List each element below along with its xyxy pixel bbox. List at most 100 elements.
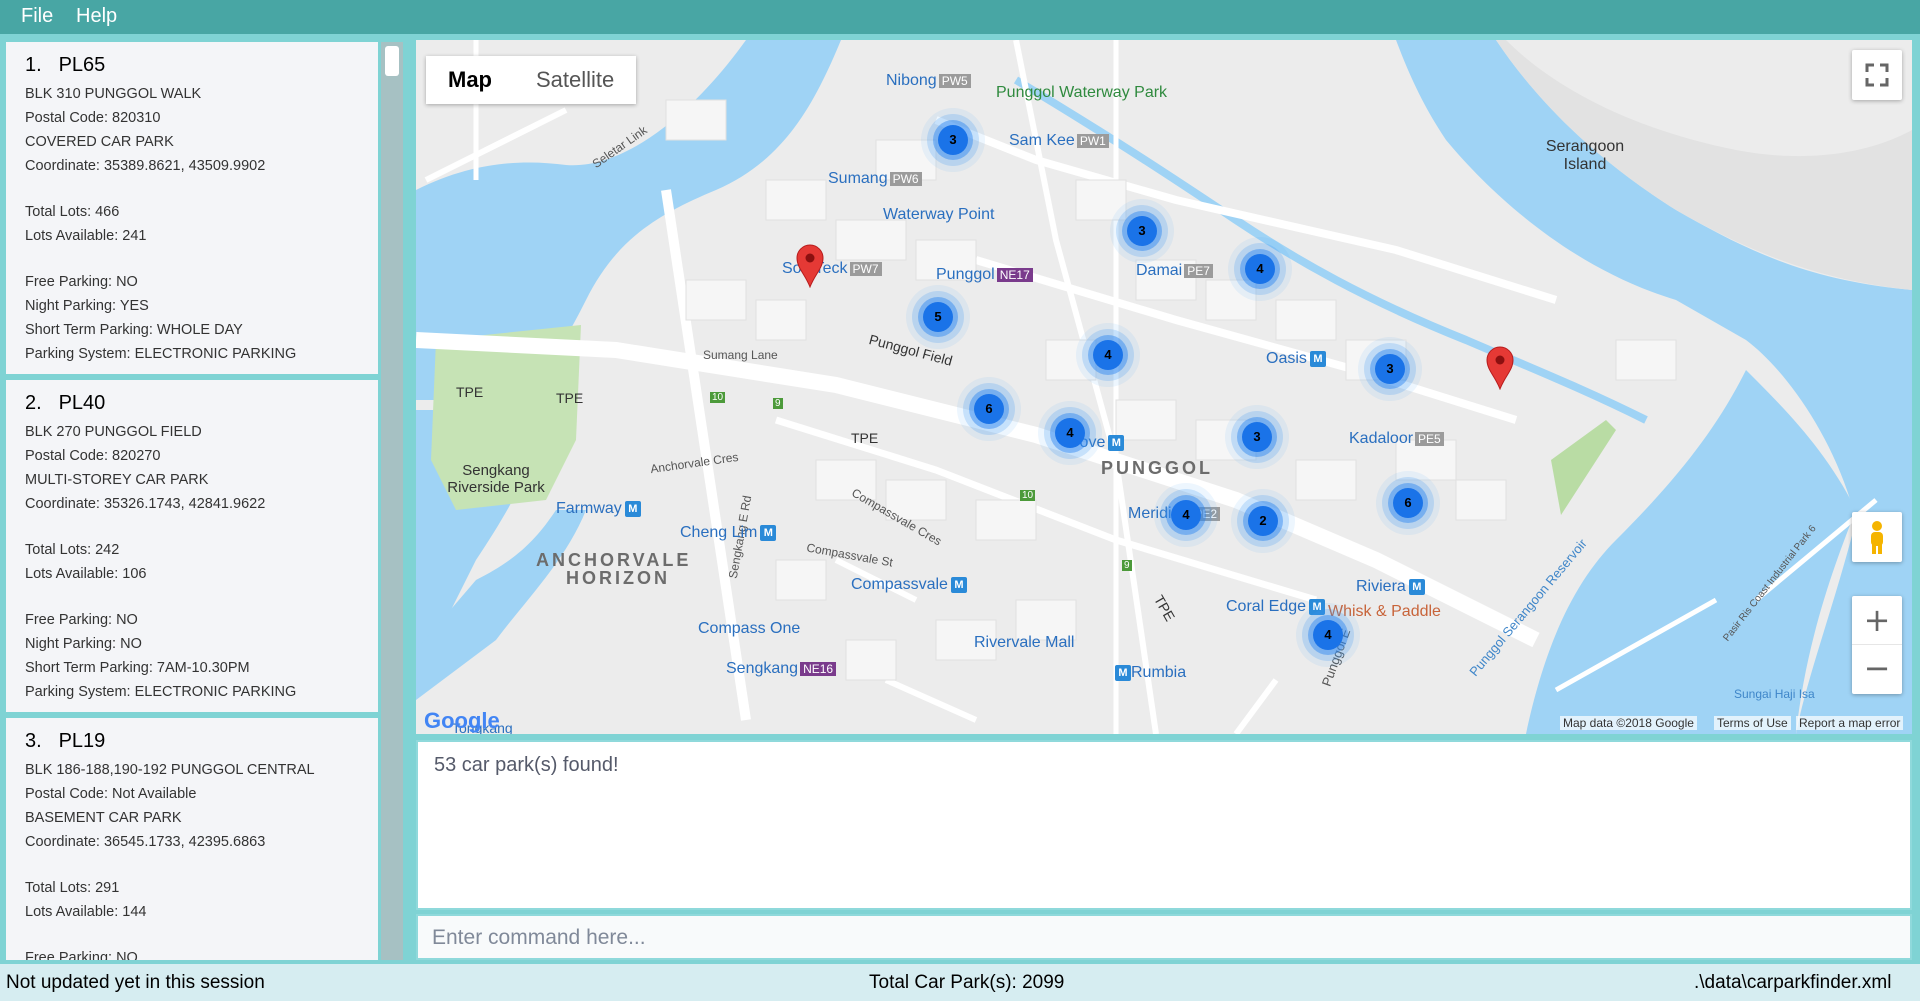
carpark-card[interactable]: 3. PL19 BLK 186-188,190-192 PUNGGOL CENT… — [6, 718, 378, 960]
location-pin-marker[interactable] — [1485, 346, 1515, 391]
carpark-night-parking: Night Parking: YES — [25, 298, 149, 314]
carpark-free-parking: Free Parking: NO — [25, 274, 138, 290]
carpark-short-term-parking: Short Term Parking: WHOLE DAY — [25, 322, 243, 338]
map-label-rivervale-mall: Rivervale Mall — [974, 634, 1075, 651]
carpark-card[interactable]: 2. PL40 BLK 270 PUNGGOL FIELD Postal Cod… — [6, 380, 378, 712]
carpark-cluster-marker[interactable]: 3 — [1375, 354, 1405, 384]
map-base-layer — [416, 40, 1912, 734]
carpark-coordinate: Coordinate: 35389.8621, 43509.9902 — [25, 158, 266, 174]
map-label-punggol-area: PUNGGOL — [1101, 458, 1214, 478]
carpark-type: BASEMENT CAR PARK — [25, 810, 182, 826]
list-scrollbar-thumb[interactable] — [385, 46, 399, 76]
map-label-cheng-lim: Cheng Lim M — [680, 524, 777, 542]
map-route-9-marker: 9 — [773, 398, 783, 409]
map-data-attribution: Map data ©2018 Google — [1560, 716, 1697, 730]
zoom-control: + − — [1852, 596, 1902, 694]
carpark-cluster-marker[interactable]: 6 — [974, 394, 1004, 424]
map-label-punggol-station: Punggol NE17 — [936, 266, 1033, 284]
carpark-lots-available: Lots Available: 241 — [25, 228, 147, 244]
carpark-parking-system: Parking System: ELECTRONIC PARKING — [25, 684, 297, 700]
map-label-punggol-waterway-park: Punggol Waterway Park — [996, 84, 1168, 101]
map-label-damai: Damai PE7 — [1136, 262, 1213, 280]
carpark-lots-available: Lots Available: 144 — [25, 904, 147, 920]
carpark-index: 3. — [25, 730, 42, 752]
map-type-satellite-button[interactable]: Satellite — [514, 56, 636, 104]
location-pin-marker[interactable] — [795, 244, 825, 289]
carpark-cluster-marker[interactable]: 4 — [1093, 340, 1123, 370]
carpark-night-parking: Night Parking: NO — [25, 636, 142, 652]
map-label-serangoon-island: Serangoon Island — [1545, 138, 1625, 173]
map-label-sengkang-station: Sengkang NE16 — [726, 660, 837, 678]
carpark-total-lots: Total Lots: 242 — [25, 542, 120, 558]
street-view-pegman-button[interactable] — [1852, 512, 1902, 562]
carpark-index: 1. — [25, 54, 42, 76]
carpark-address: BLK 186-188,190-192 PUNGGOL CENTRAL — [25, 762, 315, 778]
carpark-card[interactable]: 1. PL65 BLK 310 PUNGGOL WALK Postal Code… — [6, 42, 378, 374]
carpark-short-term-parking: Short Term Parking: 7AM-10.30PM — [25, 660, 250, 676]
menu-help[interactable]: Help — [76, 5, 117, 28]
carpark-list[interactable]: 1. PL65 BLK 310 PUNGGOL WALK Postal Code… — [6, 42, 378, 960]
carpark-coordinate: Coordinate: 36545.1733, 42395.6863 — [25, 834, 266, 850]
carpark-id: PL40 — [58, 392, 106, 414]
carpark-lots-available: Lots Available: 106 — [25, 566, 147, 582]
map-type-control: Map Satellite — [426, 56, 637, 104]
carpark-cluster-marker[interactable]: 5 — [923, 302, 953, 332]
menu-bar: File Help — [0, 0, 1920, 34]
carpark-address: BLK 310 PUNGGOL WALK — [25, 86, 202, 102]
map-label-rumbia: M Rumbia — [1112, 664, 1186, 682]
carpark-free-parking: Free Parking: NO — [25, 612, 138, 628]
carpark-cluster-marker[interactable]: 4 — [1313, 620, 1343, 650]
carpark-cluster-marker[interactable]: 4 — [1171, 500, 1201, 530]
map-label-whisk-paddle: Whisk & Paddle — [1328, 603, 1441, 620]
carpark-address: BLK 270 PUNGGOL FIELD — [25, 424, 202, 440]
map-pin-icon — [1486, 346, 1514, 391]
carpark-list-panel: 1. PL65 BLK 310 PUNGGOL WALK Postal Code… — [0, 34, 410, 964]
carpark-cluster-marker[interactable]: 2 — [1248, 506, 1278, 536]
zoom-in-button[interactable]: + — [1852, 596, 1902, 645]
carpark-total-lots: Total Lots: 291 — [25, 880, 120, 896]
list-scrollbar[interactable] — [381, 42, 403, 960]
result-text: 53 car park(s) found! — [434, 754, 619, 776]
menu-file[interactable]: File — [21, 5, 53, 28]
map-route-9-marker: 9 — [1122, 560, 1132, 571]
map-label-coral-edge: Coral Edge M — [1226, 598, 1326, 616]
report-map-error-link[interactable]: Report a map error — [1796, 716, 1904, 730]
carpark-type: COVERED CAR PARK — [25, 134, 174, 150]
map-view[interactable]: Map Satellite + − Nibong PW5 Punggol Wate… — [416, 40, 1912, 734]
map-label-riviera: Riviera M — [1356, 578, 1425, 596]
carpark-index: 2. — [25, 392, 42, 414]
carpark-parking-system: Parking System: ELECTRONIC PARKING — [25, 346, 297, 362]
zoom-out-button[interactable]: − — [1852, 645, 1902, 694]
status-bar: Not updated yet in this session Total Ca… — [0, 964, 1920, 1001]
carpark-cluster-marker[interactable]: 3 — [938, 125, 968, 155]
map-label-oasis: Oasis M — [1266, 350, 1326, 368]
carpark-cluster-marker[interactable]: 4 — [1245, 254, 1275, 284]
command-box — [416, 914, 1912, 960]
map-label-tpe-2: TPE — [556, 390, 584, 406]
carpark-card-header: 2. PL40 — [25, 392, 378, 415]
terms-of-use-link[interactable]: Terms of Use — [1714, 716, 1791, 730]
carpark-cluster-marker[interactable]: 3 — [1127, 216, 1157, 246]
carpark-cluster-marker[interactable]: 4 — [1055, 418, 1085, 448]
carpark-postal-code: Postal Code: Not Available — [25, 786, 197, 802]
carpark-id: PL65 — [58, 54, 106, 76]
google-logo: Google — [424, 708, 500, 733]
carpark-cluster-marker[interactable]: 3 — [1242, 422, 1272, 452]
map-label-tpe-1: TPE — [456, 384, 484, 400]
map-route-10-marker: 10 — [710, 392, 726, 403]
map-label-anchorvale-horizon-2: HORIZON — [566, 568, 670, 588]
data-file-path: .\data\carparkfinder.xml — [1694, 972, 1892, 993]
fullscreen-button[interactable] — [1852, 50, 1902, 100]
fullscreen-icon — [1865, 63, 1889, 87]
map-label-farmway: Farmway M — [556, 500, 641, 518]
carpark-card-header: 1. PL65 — [25, 54, 378, 77]
map-label-waterway-point: Waterway Point — [883, 206, 995, 223]
map-label-compass-one: Compass One — [698, 620, 801, 637]
carpark-cluster-marker[interactable]: 6 — [1393, 488, 1423, 518]
map-label-nibong: Nibong PW5 — [886, 72, 971, 90]
map-route-10-marker: 10 — [1020, 490, 1036, 501]
command-input[interactable] — [432, 924, 1892, 952]
carpark-card-header: 3. PL19 — [25, 730, 378, 753]
map-type-map-button[interactable]: Map — [426, 56, 514, 104]
map-label-tpe-3: TPE — [851, 430, 879, 446]
